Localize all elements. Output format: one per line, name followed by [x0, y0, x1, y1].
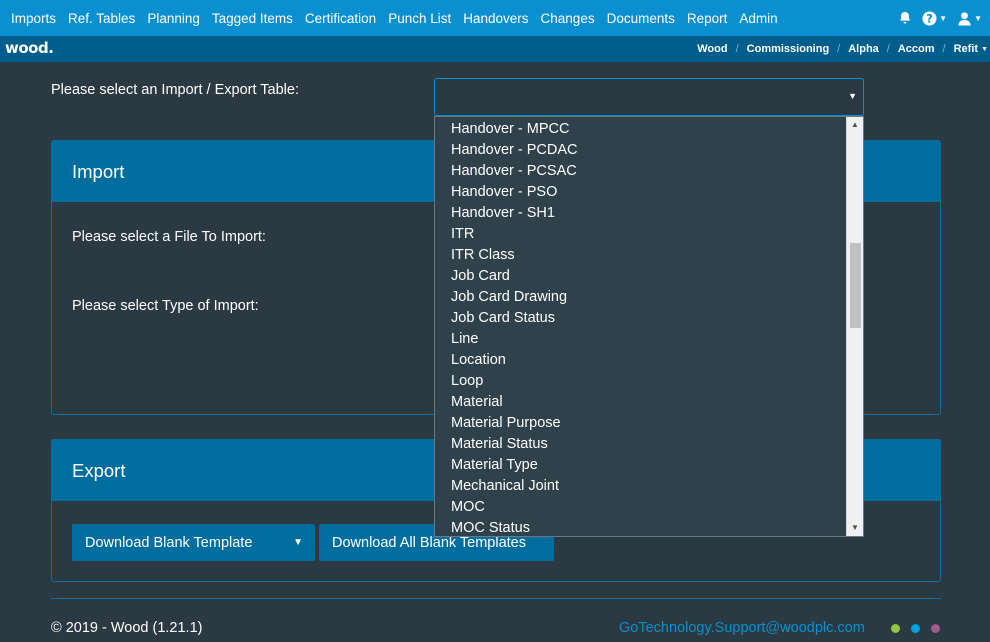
- dropdown-scrollbar[interactable]: ▲ ▼: [846, 117, 863, 536]
- scrollbar-thumb[interactable]: [850, 243, 861, 328]
- nav-item-report[interactable]: Report: [681, 11, 734, 26]
- chevron-down-icon[interactable]: ▼: [981, 46, 988, 53]
- nav-item-punch-list[interactable]: Punch List: [382, 11, 457, 26]
- breadcrumb-item[interactable]: Refit: [954, 43, 978, 55]
- dropdown-option[interactable]: Handover - SH1: [435, 203, 863, 224]
- dropdown-option[interactable]: ITR Class: [435, 245, 863, 266]
- dropdown-option[interactable]: Handover - PSO: [435, 182, 863, 203]
- svg-text:?: ?: [926, 12, 933, 25]
- breadcrumb-item[interactable]: Alpha: [848, 43, 879, 55]
- breadcrumb-separator: /: [886, 43, 890, 55]
- download-blank-template-label: Download Blank Template: [85, 534, 253, 551]
- top-navbar: Imports Ref. Tables Planning Tagged Items Ce…: [0, 0, 990, 36]
- dropdown-option[interactable]: Material Type: [435, 455, 863, 476]
- footer-divider: [51, 598, 941, 599]
- nav-item-planning[interactable]: Planning: [141, 11, 206, 26]
- dropdown-option[interactable]: Loop: [435, 371, 863, 392]
- dropdown-option[interactable]: Material: [435, 392, 863, 413]
- breadcrumb-separator: /: [837, 43, 841, 55]
- nav-item-ref-tables[interactable]: Ref. Tables: [62, 11, 141, 26]
- dropdown-option[interactable]: Handover - PCDAC: [435, 140, 863, 161]
- chevron-down-icon: ▼: [939, 13, 948, 23]
- breadcrumb-item[interactable]: Commissioning: [747, 43, 830, 55]
- dropdown-option[interactable]: MOC: [435, 497, 863, 518]
- table-select-dropdown[interactable]: Handover - MPCC Handover - PCDAC Handover …: [434, 116, 864, 537]
- breadcrumb-separator: /: [942, 43, 946, 55]
- status-dot-purple: [931, 624, 940, 633]
- bell-icon[interactable]: [898, 11, 912, 25]
- status-dot-blue: [911, 624, 920, 633]
- nav-item-handovers[interactable]: Handovers: [457, 11, 534, 26]
- nav-item-admin[interactable]: Admin: [733, 11, 783, 26]
- table-select-label: Please select an Import / Export Table:: [51, 82, 299, 98]
- breadcrumb-item[interactable]: Wood: [697, 43, 727, 55]
- breadcrumb-separator: /: [735, 43, 739, 55]
- wood-logo[interactable]: wood.: [5, 39, 54, 57]
- copyright-text: © 2019 - Wood (1.21.1): [51, 620, 203, 636]
- nav-item-changes[interactable]: Changes: [535, 11, 601, 26]
- import-type-label: Please select Type of Import:: [72, 298, 259, 314]
- nav-item-imports[interactable]: Imports: [5, 11, 62, 26]
- nav-item-tagged-items[interactable]: Tagged Items: [206, 11, 299, 26]
- dropdown-option[interactable]: Handover - MPCC: [435, 119, 863, 140]
- dropdown-option[interactable]: Mechanical Joint: [435, 476, 863, 497]
- table-select[interactable]: ▼: [434, 78, 864, 116]
- dropdown-option[interactable]: ITR: [435, 224, 863, 245]
- breadcrumb: Wood / Commissioning / Alpha / Accom / Refit ▼: [697, 36, 988, 62]
- nav-item-documents[interactable]: Documents: [601, 11, 681, 26]
- dropdown-option[interactable]: Job Card Status: [435, 308, 863, 329]
- dropdown-option[interactable]: Material Status: [435, 434, 863, 455]
- dropdown-option[interactable]: Handover - PCSAC: [435, 161, 863, 182]
- chevron-down-icon: ▼: [848, 91, 857, 101]
- dropdown-option[interactable]: Material Purpose: [435, 413, 863, 434]
- dropdown-option[interactable]: MOC Status: [435, 518, 863, 536]
- file-to-import-label: Please select a File To Import:: [72, 229, 266, 245]
- dropdown-options: Handover - MPCC Handover - PCDAC Handover …: [435, 117, 863, 536]
- scroll-down-icon[interactable]: ▼: [847, 520, 863, 536]
- status-dot-green: [891, 624, 900, 633]
- scroll-up-icon[interactable]: ▲: [847, 117, 863, 133]
- chevron-down-icon[interactable]: ▼: [293, 537, 303, 548]
- help-icon[interactable]: ? ▼: [922, 10, 948, 26]
- dropdown-option[interactable]: Job Card Drawing: [435, 287, 863, 308]
- download-blank-template-button[interactable]: Download Blank Template ▼: [72, 524, 315, 561]
- dropdown-option[interactable]: Job Card: [435, 266, 863, 287]
- dropdown-option[interactable]: Line: [435, 329, 863, 350]
- breadcrumb-item[interactable]: Accom: [898, 43, 935, 55]
- sub-header: wood. Wood / Commissioning / Alpha / Accom / Ref…: [0, 36, 990, 62]
- navbar-right: ? ▼ ▼: [898, 0, 982, 36]
- nav-item-certification[interactable]: Certification: [299, 11, 382, 26]
- main-menu: Imports Ref. Tables Planning Tagged Items Ce…: [0, 11, 784, 26]
- chevron-down-icon: ▼: [974, 13, 982, 23]
- user-icon[interactable]: ▼: [957, 11, 982, 26]
- support-email-link[interactable]: GoTechnology.Support@woodplc.com: [619, 620, 865, 636]
- dropdown-option[interactable]: Location: [435, 350, 863, 371]
